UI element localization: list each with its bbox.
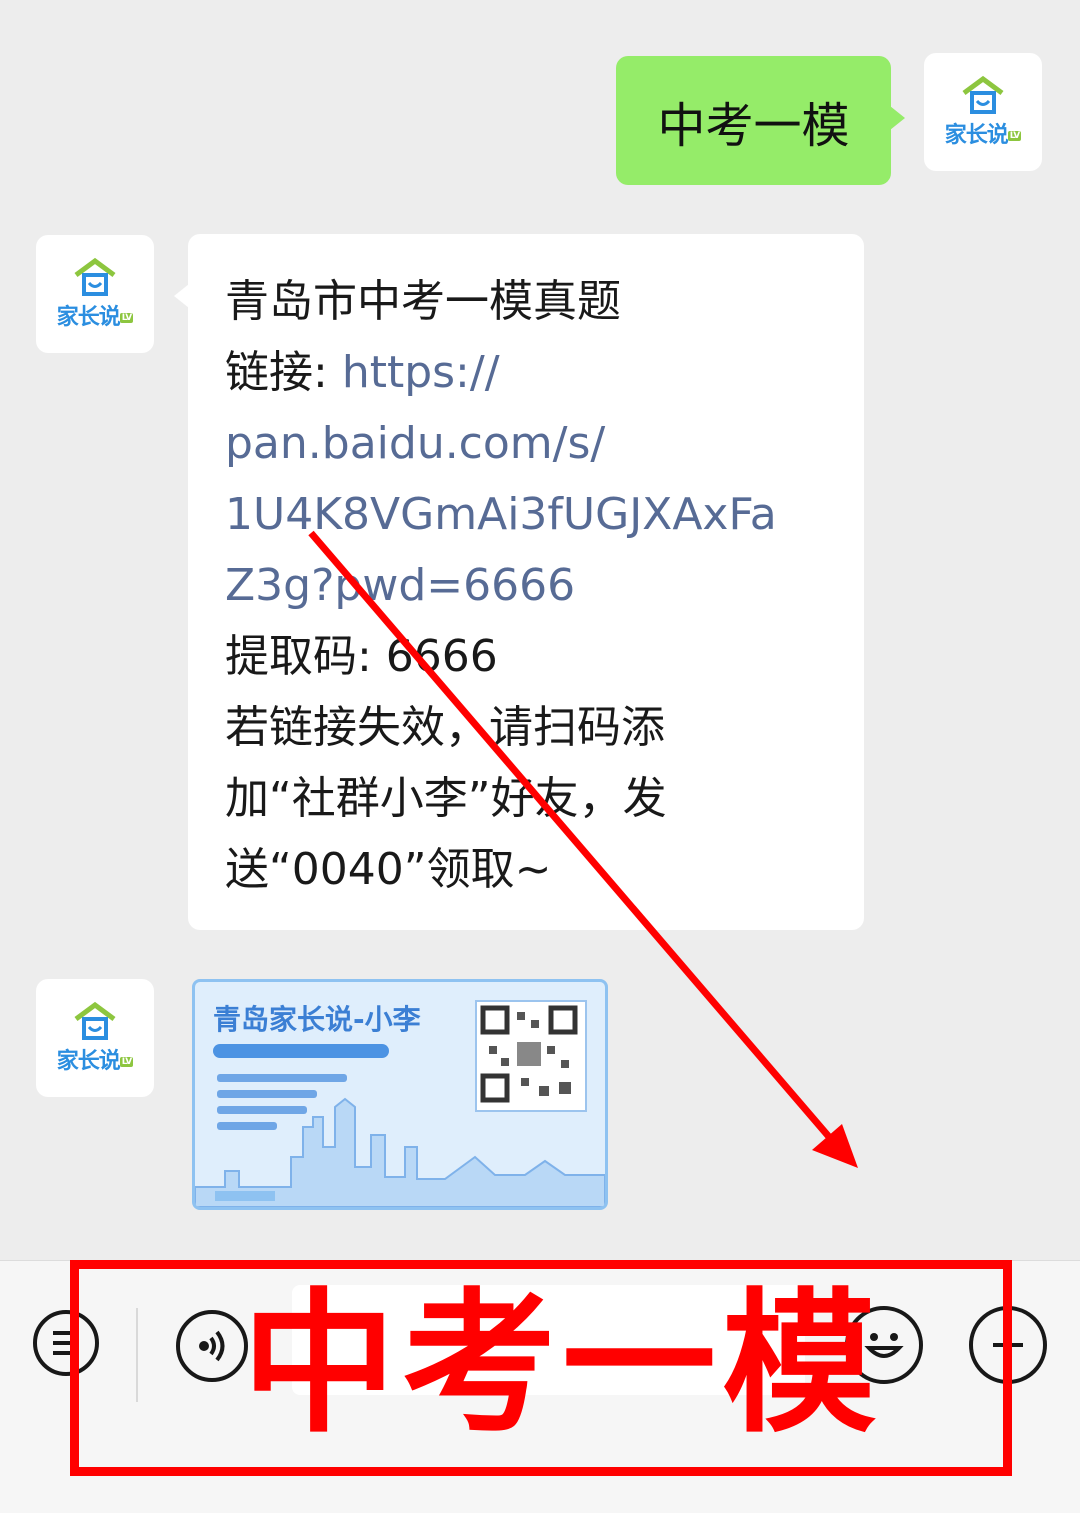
message-title: 青岛市中考一模真题 — [225, 276, 621, 327]
link-part-1[interactable]: https:// — [342, 347, 500, 398]
brand-name: 家长说 — [56, 1049, 121, 1074]
house-logo-icon — [74, 1001, 116, 1040]
city-skyline-illustration — [195, 1097, 605, 1207]
card-banner — [213, 1044, 389, 1058]
my-avatar[interactable]: 家长说 LV — [924, 53, 1042, 171]
outgoing-message-bubble[interactable]: 中考一模 — [616, 56, 905, 185]
note-line-2: 加“社群小李”好友，发 — [225, 773, 667, 824]
outgoing-message-text: 中考一模 — [657, 97, 850, 154]
brand-tag: LV — [119, 313, 134, 323]
extraction-code: 提取码: 6666 — [225, 631, 498, 682]
card-title: 青岛家长说-小李 — [213, 1003, 421, 1036]
link-label: 链接: — [225, 347, 342, 398]
contact-card-image[interactable]: 青岛家长说-小李 — [192, 979, 608, 1210]
annotation-text: 中考一模 — [242, 1275, 883, 1454]
incoming-message-bubble[interactable]: 青岛市中考一模真题 链接: https:// pan.baidu.com/s/ … — [174, 234, 864, 930]
contact-avatar[interactable]: 家长说 LV — [36, 979, 154, 1097]
brand-tag: LV — [1007, 131, 1022, 141]
house-logo-icon — [74, 257, 116, 296]
brand-name: 家长说 — [56, 305, 121, 330]
note-line-1: 若链接失效，请扫码添 — [225, 702, 665, 753]
note-line-3: 送“0040”领取~ — [225, 844, 552, 895]
link-part-2[interactable]: pan.baidu.com/s/ — [225, 408, 834, 479]
brand-name: 家长说 — [944, 123, 1009, 148]
house-logo-icon — [962, 75, 1004, 114]
link-part-3[interactable]: 1U4K8VGmAi3fUGJXAxFa — [225, 479, 834, 550]
link-part-4[interactable]: Z3g?pwd=6666 — [225, 550, 834, 621]
brand-tag: LV — [119, 1057, 134, 1067]
contact-avatar[interactable]: 家长说 LV — [36, 235, 154, 353]
